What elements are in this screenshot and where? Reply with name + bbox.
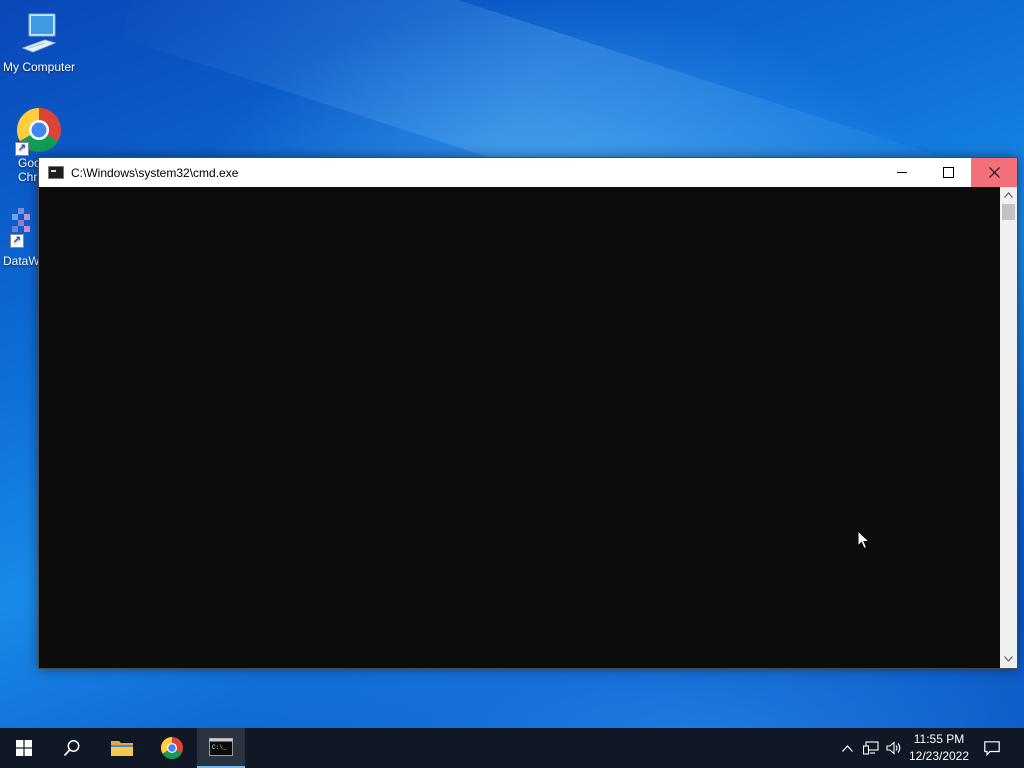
mouse-cursor-icon [857,530,871,550]
action-center-button[interactable] [978,728,1006,768]
maximize-button[interactable] [925,158,971,187]
taskbar-file-explorer[interactable] [98,728,146,768]
datawrapper-icon: ↗ [0,204,40,252]
shortcut-arrow-icon: ↗ [15,142,29,156]
cmd-window[interactable]: C:\Windows\system32\cmd.exe [38,157,1018,669]
svg-text:C:\_: C:\_ [212,744,227,751]
maximize-icon [942,167,954,178]
close-button[interactable] [971,158,1017,187]
network-button[interactable] [860,728,882,768]
minimize-button[interactable] [879,158,925,187]
show-hidden-icons-button[interactable] [838,728,856,768]
windows-logo-icon [16,740,32,756]
scroll-down-button[interactable] [1000,651,1017,668]
volume-icon [886,741,901,755]
chrome-icon: ↗ [15,106,63,156]
taskbar-chrome[interactable] [148,728,196,768]
console-output[interactable] [39,187,1000,668]
window-title: C:\Windows\system32\cmd.exe [71,165,239,180]
cmd-icon [48,166,64,179]
scroll-up-button[interactable] [1000,187,1017,204]
clock-date: 12/23/2022 [908,749,970,763]
folder-icon [111,741,133,756]
taskbar: C:\_ 11:55 PM 12/23/2022 [0,728,1024,768]
title-bar[interactable]: C:\Windows\system32\cmd.exe [39,158,1017,187]
clock[interactable]: 11:55 PM 12/23/2022 [904,728,974,768]
scrollbar-thumb[interactable] [1002,204,1015,220]
search-button[interactable] [48,728,96,768]
computer-icon [15,10,63,58]
vertical-scrollbar[interactable] [1000,187,1017,668]
volume-button[interactable] [884,728,904,768]
cmd-icon: C:\_ [209,738,233,756]
chevron-up-icon [1004,192,1013,198]
clock-time: 11:55 PM [913,732,965,746]
network-icon [863,741,879,755]
desktop-icon-my-computer[interactable]: My Computer [0,10,78,74]
taskbar-cmd[interactable]: C:\_ [197,728,245,768]
desktop-icon-label: My Computer [2,60,76,74]
chrome-icon [161,737,183,759]
chevron-up-icon [841,744,853,752]
close-icon [988,167,1000,178]
search-icon [63,740,80,757]
start-button[interactable] [0,728,48,768]
chevron-down-icon [1004,656,1013,662]
minimize-icon [897,172,907,173]
notification-icon [984,740,1000,756]
shortcut-arrow-icon: ↗ [10,234,24,248]
